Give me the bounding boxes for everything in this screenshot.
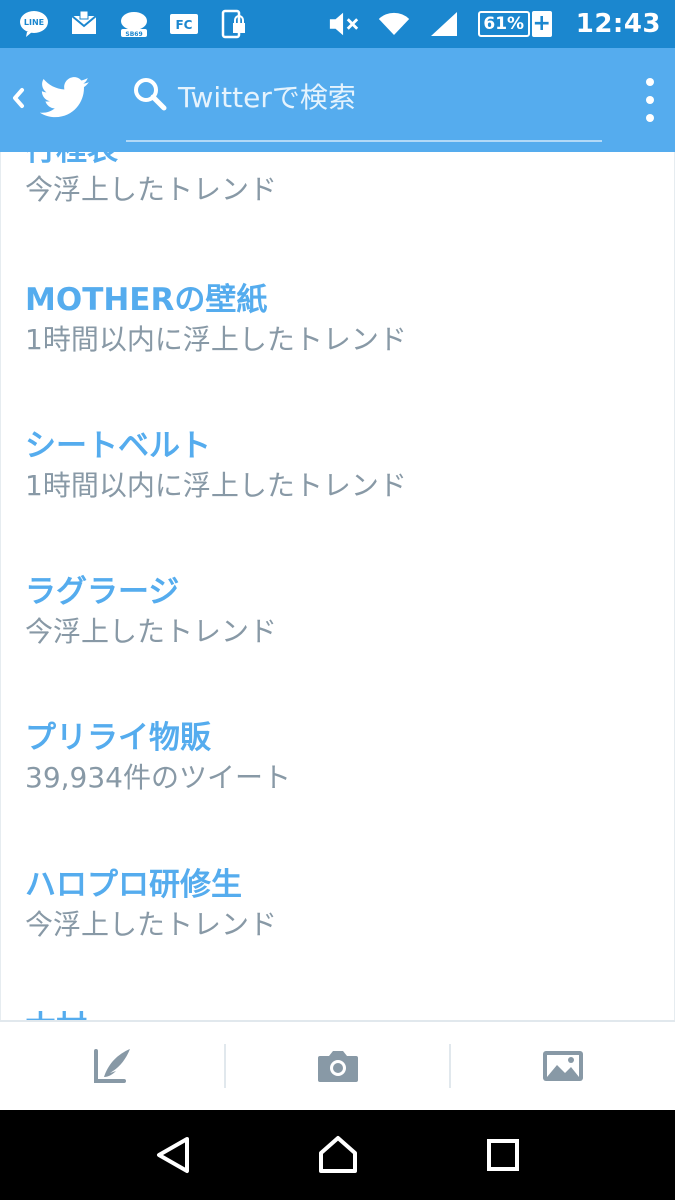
nav-back-button[interactable] [143,1125,203,1185]
signal-icon [428,9,460,39]
nav-home-button[interactable] [308,1125,368,1185]
status-right-icons: 61% + 12:43 [328,9,661,39]
trend-subtitle: 今浮上したトレンド [25,173,278,206]
trend-item[interactable]: MOTHERの壁紙 1時間以内に浮上したトレンド [25,280,407,360]
search-icon [134,78,167,111]
status-left-icons: LINE SB69 FC [18,9,250,39]
nav-recents-button[interactable] [473,1125,533,1185]
trend-subtitle: 今浮上したトレンド [25,615,278,648]
trend-subtitle: 39,934件のツイート [25,761,291,794]
battery-charging-icon: + [531,11,552,37]
trend-subtitle: 1時間以内に浮上したトレンド [25,469,407,502]
trend-subtitle: 今浮上したトレンド [25,908,278,941]
recents-square-icon [486,1139,519,1171]
camera-button[interactable] [226,1022,450,1110]
image-icon [543,1051,584,1081]
trend-subtitle: 1時間以内に浮上したトレンド [25,323,407,356]
mute-icon [328,9,360,39]
battery-indicator: 61% + [477,11,552,37]
chevron-left-icon [13,88,24,108]
svg-text:SB69: SB69 [125,31,142,38]
wifi-icon [378,9,410,39]
trend-title: 行程表 [25,152,277,170]
compose-toolbar [0,1020,675,1110]
menu-dot-icon [646,78,654,86]
trend-title: MOTHERの壁紙 [25,282,268,318]
search-placeholder: Twitterで検索 [178,81,356,114]
gallery-button[interactable] [451,1022,675,1110]
back-button[interactable] [6,78,30,118]
home-icon [318,1136,357,1173]
back-triangle-icon [156,1137,189,1173]
compose-quill-icon [93,1049,130,1083]
trend-item[interactable]: 行程表 今浮上したトレンド [25,152,277,210]
svg-text:LINE: LINE [24,18,44,27]
line-icon: LINE [18,9,50,39]
compose-tweet-button[interactable] [0,1022,224,1110]
status-clock: 12:43 [575,9,661,39]
fc-icon: FC [168,9,200,39]
svg-text:FC: FC [175,18,192,32]
camera-icon [317,1051,358,1082]
mail-icon [68,9,100,39]
twitter-bird-icon[interactable] [39,76,90,120]
trend-title: ハロプロ研修生 [25,867,242,903]
battery-percent: 61% [477,11,530,37]
system-nav-bar [0,1110,675,1200]
menu-dot-icon [646,96,654,104]
menu-dot-icon [646,114,654,122]
overflow-menu-button[interactable] [643,78,657,122]
trend-item[interactable]: ハロプロ研修生 今浮上したトレンド [25,865,277,945]
status-bar: LINE SB69 FC 61% + 12:43 [0,0,675,48]
trend-title: シートベルト [25,428,211,464]
trend-item[interactable]: シートベルト 1時間以内に浮上したトレンド [25,426,407,506]
trend-list: 行程表 今浮上したトレンド MOTHERの壁紙 1時間以内に浮上したトレンド シ… [0,152,675,1020]
trend-item[interactable]: 木村 [25,1008,87,1020]
ssb-icon: SB69 [118,9,150,39]
trend-item[interactable]: ラグラージ 今浮上したトレンド [25,572,277,652]
app-bar: Twitterで検索 [0,48,675,152]
trend-title: ラグラージ [25,574,180,610]
search-input[interactable]: Twitterで検索 [126,70,602,142]
trend-title: プリライ物販 [25,720,211,756]
trend-item[interactable]: プリライ物販 39,934件のツイート [25,718,291,798]
lock-phone-icon [218,9,250,39]
trend-title: 木村 [25,1008,87,1020]
